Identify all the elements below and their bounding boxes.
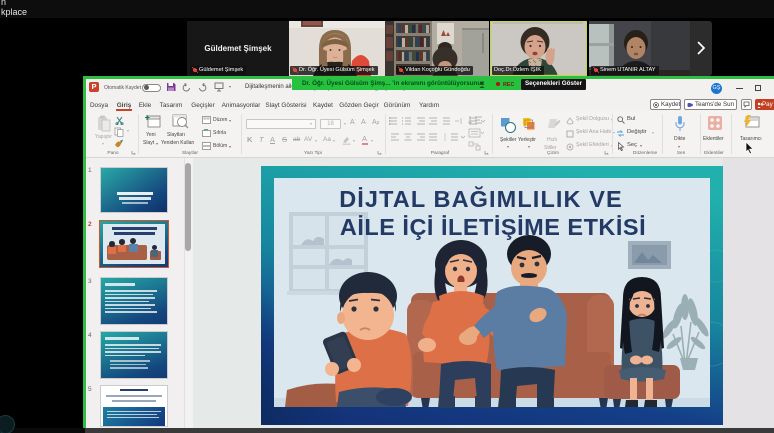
svg-text:DİJTAL BAĞIMLILIK VE: DİJTAL BAĞIMLILIK VE <box>339 185 623 212</box>
svg-text:AİLE İÇİ İLETİŞİME ETKİSİ: AİLE İÇİ İLETİŞİME ETKİSİ <box>340 214 646 240</box>
